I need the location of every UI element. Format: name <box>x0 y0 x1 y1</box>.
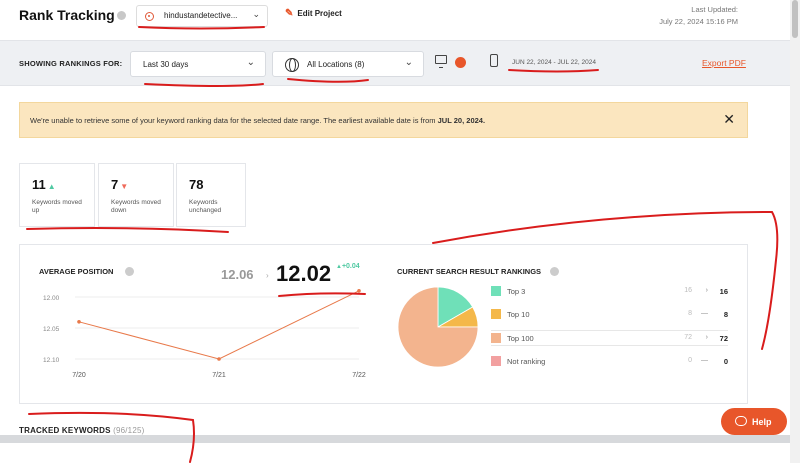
legend-name: Top 10 <box>507 310 530 319</box>
average-position-current: 12.02 <box>276 261 332 286</box>
stat-value: 78 <box>189 177 204 192</box>
legend-swatch <box>491 356 501 366</box>
location-dropdown[interactable]: All Locations (8) ⌄ <box>272 51 424 77</box>
arrow-right-icon: › <box>705 287 708 294</box>
close-icon[interactable]: ✕ <box>723 112 735 126</box>
stat-label: Keywords unchanged <box>189 199 222 214</box>
edit-project-label: Edit Project <box>297 9 342 18</box>
rankings-panel: AVERAGE POSITION 12.06 › 12.02 ▲+0.04 12… <box>19 244 748 404</box>
help-button[interactable]: Help <box>721 408 787 435</box>
legend-current: 16 <box>719 287 728 296</box>
rank-tracking-page: Rank Tracking hindustandetective... ⌄ ✎ E… <box>0 0 800 463</box>
data-point <box>77 320 81 324</box>
average-position-chart: 12.00 12.05 12.10 7/20 7/21 7/22 <box>43 289 366 379</box>
legend-swatch <box>491 309 501 319</box>
help-icon[interactable] <box>117 11 126 20</box>
stat-label: Keywords moved down <box>111 199 161 214</box>
series-line <box>78 290 360 360</box>
rankings-pie-chart <box>397 286 479 368</box>
x-tick-label: 7/20 <box>72 372 86 379</box>
export-pdf-link[interactable]: Export PDF <box>702 58 746 68</box>
legend-previous: 8 <box>688 310 692 317</box>
globe-icon <box>285 58 299 72</box>
date-range-dropdown[interactable]: Last 30 days ⌄ <box>130 51 266 77</box>
project-favicon-icon <box>145 12 154 21</box>
chevron-down-icon: ⌄ <box>246 57 255 68</box>
date-range-value: Last 30 days <box>143 60 189 69</box>
page-header: Rank Tracking hindustandetective... ⌄ ✎ E… <box>0 0 790 38</box>
legend-row-top3: Top 3 16 › 16 <box>491 284 728 300</box>
legend-row-top100: Top 100 72 › 72 <box>491 330 728 346</box>
legend-current: 8 <box>723 310 728 319</box>
legend-name: Not ranking <box>507 357 546 366</box>
stat-value: 7 <box>111 177 119 192</box>
legend-name: Top 3 <box>507 287 526 296</box>
tracked-keywords-heading: TRACKED KEYWORDS (96/125) <box>19 426 145 435</box>
date-range-text: JUN 22, 2024 - JUL 22, 2024 <box>512 59 596 66</box>
average-position-title: AVERAGE POSITION <box>39 267 114 276</box>
data-point <box>357 289 361 293</box>
arrow-right-icon: › <box>266 271 269 280</box>
stat-value: 11 <box>32 177 46 192</box>
legend-previous: 72 <box>684 334 692 341</box>
y-tick-label: 12.10 <box>43 357 60 364</box>
project-name: hindustandetective... <box>164 11 238 20</box>
stat-unchanged: 78 Keywords unchanged <box>176 163 246 227</box>
arrow-down-icon: ▼ <box>120 182 129 191</box>
filter-bar: SHOWING RANKINGS FOR: Last 30 days ⌄ All… <box>0 40 790 86</box>
project-dropdown[interactable]: hindustandetective... ⌄ <box>136 5 268 27</box>
x-tick-label: 7/22 <box>352 372 366 379</box>
y-tick-label: 12.05 <box>43 326 60 333</box>
stat-moved-up: 11 ▲ Keywords moved up <box>19 163 95 227</box>
legend-previous: 16 <box>684 287 692 294</box>
desktop-icon[interactable] <box>435 55 447 68</box>
arrow-up-icon: ▲ <box>47 182 56 191</box>
data-point <box>217 357 221 361</box>
section-divider <box>0 435 790 443</box>
page-title: Rank Tracking <box>19 7 115 23</box>
help-icon[interactable] <box>125 267 134 276</box>
mobile-icon[interactable] <box>490 54 498 67</box>
legend-previous: 0 <box>688 357 692 364</box>
legend-row-not-ranking: Not ranking 0 — 0 <box>491 354 728 370</box>
help-icon[interactable] <box>550 267 559 276</box>
scrollbar-thumb[interactable] <box>792 0 798 38</box>
dash-icon: — <box>701 357 708 364</box>
alert-date: JUL 20, 2024. <box>437 116 486 125</box>
chat-bubble-icon <box>735 416 747 426</box>
average-position-previous: 12.06 <box>221 267 254 282</box>
search-rankings-title: CURRENT SEARCH RESULT RANKINGS <box>397 267 542 276</box>
legend-swatch <box>491 286 501 296</box>
help-button-label: Help <box>752 417 772 427</box>
average-position-delta: ▲+0.04 <box>336 263 360 270</box>
legend-row-top10: Top 10 8 — 8 <box>491 307 728 323</box>
last-updated-label: Last Updated: <box>691 5 738 14</box>
legend-swatch <box>491 333 501 343</box>
dash-icon: — <box>701 310 708 317</box>
pencil-icon: ✎ <box>285 8 294 19</box>
stat-label: Keywords moved up <box>32 199 82 214</box>
x-tick-label: 7/21 <box>212 372 226 379</box>
data-warning-alert: We're unable to retrieve some of your ke… <box>19 102 748 138</box>
last-updated: Last Updated: July 22, 2024 15:16 PM <box>659 4 738 28</box>
last-updated-value: July 22, 2024 15:16 PM <box>659 17 738 26</box>
arrow-right-icon: › <box>705 334 708 341</box>
legend-name: Top 100 <box>507 334 534 343</box>
desktop-selected-indicator[interactable] <box>455 57 466 68</box>
edit-project-button[interactable]: ✎ Edit Project <box>285 8 342 19</box>
location-value: All Locations (8) <box>307 60 365 69</box>
chevron-down-icon: ⌄ <box>252 9 260 19</box>
alert-message: We're unable to retrieve some of your ke… <box>30 116 486 125</box>
scrollbar[interactable] <box>790 0 800 463</box>
legend-current: 72 <box>719 334 728 343</box>
y-tick-label: 12.00 <box>43 295 60 302</box>
stat-moved-down: 7 ▼ Keywords moved down <box>98 163 174 227</box>
legend-current: 0 <box>723 357 728 366</box>
showing-rankings-label: SHOWING RANKINGS FOR: <box>19 59 123 68</box>
chevron-down-icon: ⌄ <box>404 57 413 68</box>
tracked-keywords-count: (96/125) <box>113 426 145 435</box>
tracked-keywords-label: TRACKED KEYWORDS <box>19 426 111 435</box>
